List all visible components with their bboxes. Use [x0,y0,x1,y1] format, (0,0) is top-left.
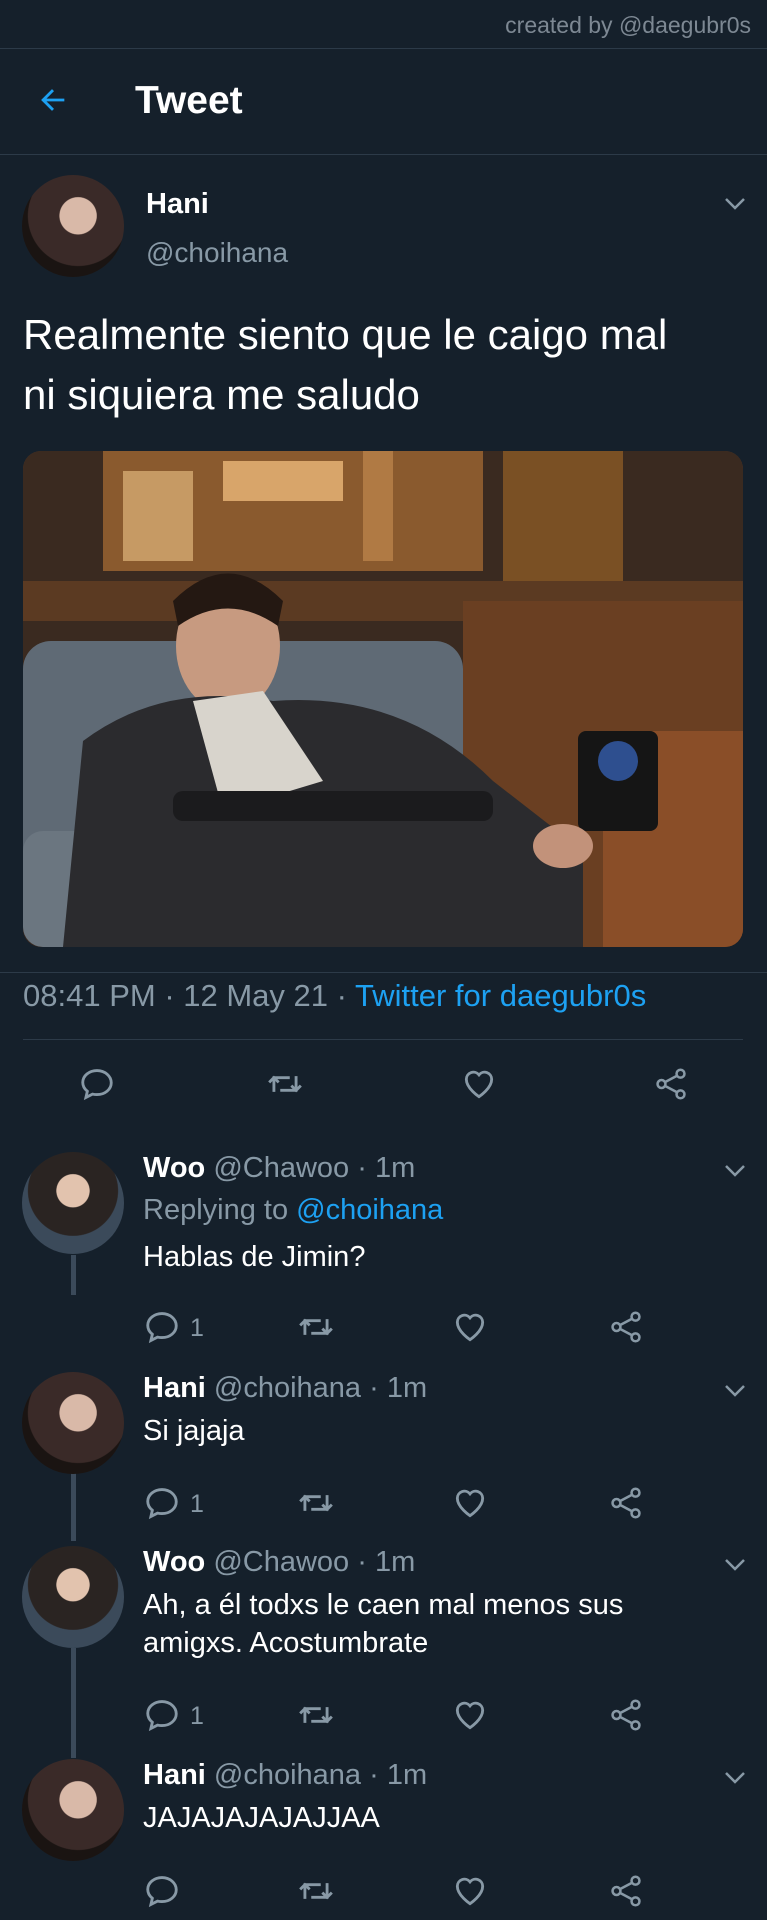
meta-separator: · [361,1372,387,1404]
author-name[interactable]: Hani [143,1759,206,1791]
reply-text: JAJAJAJAJAJJAA [143,1802,380,1834]
meta-separator: · [361,1759,387,1791]
page-title: Tweet [135,79,243,122]
share-icon[interactable] [607,1872,645,1910]
avatar[interactable] [22,1152,124,1254]
meta-separator: · [155,978,184,1013]
like-heart-icon[interactable] [460,1065,498,1103]
reply-count: 1 [190,1702,204,1730]
author-name[interactable]: Hani [143,1372,206,1404]
divider [0,972,767,973]
share-icon[interactable] [607,1308,645,1346]
reply-header: Woo @Chawoo · 1m [143,1152,415,1185]
share-icon[interactable] [607,1696,645,1734]
reply-icon[interactable] [143,1872,181,1910]
mention-link[interactable]: @choihana [296,1194,443,1226]
tweet-text-line: Realmente siento que le caigo mal [23,311,668,358]
reply-count: 1 [190,1490,204,1518]
retweet-icon[interactable] [297,1696,335,1734]
reply-actions: 1 [0,1308,767,1348]
tweet-image[interactable] [23,451,743,947]
tweet-text-line: ni siquiera me saludo [23,371,420,418]
tweet-time: 08:41 PM [23,978,156,1013]
reply-actions [0,1872,767,1912]
tweet-actions [0,1040,767,1128]
meta-separator: · [349,1152,375,1184]
reply-time: 1m [386,1372,428,1404]
tweet-source-link[interactable]: Twitter for daegubr0s [355,978,646,1013]
share-icon[interactable] [607,1484,645,1522]
author-handle[interactable]: @Chawoo [213,1546,349,1578]
meta-separator: · [328,978,356,1013]
reply-time: 1m [374,1152,416,1184]
author-handle[interactable]: @choihana [214,1759,361,1791]
chevron-down-icon[interactable] [724,197,746,211]
tweet-image-scene [23,451,743,947]
reply-text-line: Ah, a él todxs le caen mal menos sus [143,1589,624,1621]
reply-actions: 1 [0,1696,767,1736]
share-icon[interactable] [652,1065,690,1103]
reply-text: Hablas de Jimin? [143,1241,366,1273]
like-heart-icon[interactable] [451,1484,489,1522]
chevron-down-icon[interactable] [724,1771,746,1785]
retweet-icon[interactable] [297,1308,335,1346]
author-name[interactable]: Woo [143,1152,205,1184]
retweet-icon[interactable] [297,1484,335,1522]
reply-icon[interactable] [143,1484,181,1522]
author-name[interactable]: Woo [143,1546,205,1578]
like-heart-icon[interactable] [451,1696,489,1734]
watermark-text: created by @daegubr0s [505,12,751,38]
reply-header: Hani @choihana · 1m [143,1759,427,1792]
reply-icon[interactable] [78,1065,116,1103]
tweet-text: Realmente siento que le caigo mal ni siq… [23,305,743,425]
retweet-icon[interactable] [266,1065,304,1103]
chevron-down-icon[interactable] [724,1558,746,1572]
reply-header: Woo @Chawoo · 1m [143,1546,415,1579]
avatar[interactable] [22,1759,124,1861]
reply-text: Ah, a él todxs le caen mal menos sus ami… [143,1586,733,1662]
reply-actions: 1 [0,1484,767,1524]
avatar[interactable] [22,1546,124,1648]
reply-text: Si jajaja [143,1415,245,1447]
author-handle[interactable]: @Chawoo [213,1152,349,1184]
replying-to: Replying to @choihana [143,1194,443,1227]
reply-time: 1m [374,1546,416,1578]
reply-icon[interactable] [143,1696,181,1734]
back-arrow-icon[interactable] [36,83,70,117]
reply-count: 1 [190,1314,204,1342]
chevron-down-icon[interactable] [724,1164,746,1178]
replying-prefix: Replying to [143,1194,297,1226]
reply-text-line: amigxs. Acostumbrate [143,1627,429,1659]
avatar[interactable] [22,1372,124,1474]
avatar[interactable] [22,175,124,277]
tweet-meta: 08:41 PM · 12 May 21 · Twitter for daegu… [23,978,646,1014]
watermark-bar: created by @daegubr0s [0,0,767,49]
meta-separator: · [349,1546,375,1578]
tweet-date: 12 May 21 [183,978,329,1013]
reply-icon[interactable] [143,1308,181,1346]
reply-header: Hani @choihana · 1m [143,1372,427,1405]
reply-time: 1m [386,1759,428,1791]
top-bar: Tweet [0,49,767,155]
author-handle[interactable]: @choihana [146,237,288,269]
chevron-down-icon[interactable] [724,1384,746,1398]
thread-line [71,1255,76,1295]
like-heart-icon[interactable] [451,1308,489,1346]
like-heart-icon[interactable] [451,1872,489,1910]
author-handle[interactable]: @choihana [214,1372,361,1404]
retweet-icon[interactable] [297,1872,335,1910]
author-name[interactable]: Hani [146,188,209,221]
